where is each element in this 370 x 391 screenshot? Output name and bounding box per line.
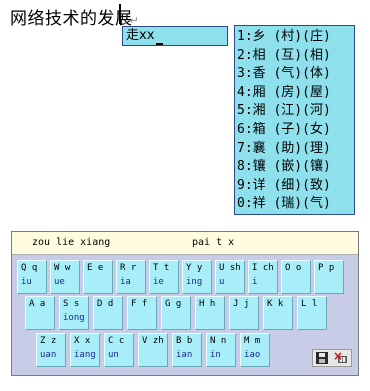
key-i[interactable]: I ch i bbox=[248, 260, 278, 294]
candidate-item[interactable]: 0:祥 (瑞)(气) bbox=[237, 195, 354, 214]
key-o[interactable]: O o bbox=[281, 260, 311, 294]
candidate-item[interactable]: 9:详 (细)(致) bbox=[237, 177, 354, 196]
candidate-list: 1:乡 (村)(庄) 2:相 (互)(相) 3:香 (气)(体) 4:厢 (房)… bbox=[234, 25, 355, 215]
candidate-item[interactable]: 3:香 (气)(体) bbox=[237, 65, 354, 84]
key-x[interactable]: X x iang bbox=[70, 333, 100, 367]
key-g[interactable]: G g bbox=[161, 296, 191, 330]
text-cursor bbox=[119, 4, 121, 24]
keyboard-hint-bar: zou lie xiang pai t x bbox=[12, 232, 358, 255]
key-n[interactable]: N n in bbox=[206, 333, 236, 367]
keyboard-tools: × bbox=[312, 349, 352, 367]
candidate-item[interactable]: 4:厢 (房)(屋) bbox=[237, 84, 354, 103]
key-t[interactable]: T t ie bbox=[149, 260, 179, 294]
candidate-item[interactable]: 2:相 (互)(相) bbox=[237, 47, 354, 66]
soft-keyboard: zou lie xiang pai t x Q q iu W w ue E e R … bbox=[11, 231, 359, 376]
key-f[interactable]: F f bbox=[127, 296, 157, 330]
candidate-item[interactable]: 5:湘 (江)(河) bbox=[237, 102, 354, 121]
key-d[interactable]: D d bbox=[93, 296, 123, 330]
composition-cursor bbox=[156, 31, 164, 45]
close-icon: × bbox=[333, 349, 344, 363]
key-b[interactable]: B b ian bbox=[172, 333, 202, 367]
key-e[interactable]: E e bbox=[83, 260, 113, 294]
composition-window: 走xx bbox=[122, 26, 228, 46]
composition-text: 走xx bbox=[126, 28, 155, 43]
candidate-item[interactable]: 7:襄 (助)(理) bbox=[237, 140, 354, 159]
candidate-item[interactable]: 1:乡 (村)(庄) bbox=[237, 28, 354, 47]
key-a[interactable]: A a bbox=[25, 296, 55, 330]
document-line: 网络技术的发展 bbox=[10, 9, 133, 29]
key-y[interactable]: Y y ing bbox=[182, 260, 212, 294]
key-q[interactable]: Q q iu bbox=[17, 260, 47, 294]
key-w[interactable]: W w ue bbox=[50, 260, 80, 294]
candidate-item[interactable]: 6:箱 (子)(女) bbox=[237, 121, 354, 140]
key-l[interactable]: L l bbox=[297, 296, 327, 330]
key-c[interactable]: C c un bbox=[104, 333, 134, 367]
save-icon[interactable] bbox=[316, 352, 328, 364]
key-h[interactable]: H h bbox=[195, 296, 225, 330]
spelling-hint: pai t x bbox=[192, 237, 235, 248]
key-m[interactable]: M m iao bbox=[240, 333, 270, 367]
key-s[interactable]: S s iong bbox=[59, 296, 89, 330]
candidate-item[interactable]: 8:镶 (嵌)(镶) bbox=[237, 158, 354, 177]
pinyin-hint: zou lie xiang bbox=[32, 237, 111, 248]
key-u[interactable]: U sh u bbox=[215, 260, 245, 294]
key-z[interactable]: Z z uan bbox=[36, 333, 66, 367]
delete-icon[interactable]: × bbox=[333, 349, 347, 364]
key-v[interactable]: V zh bbox=[138, 333, 168, 367]
key-r[interactable]: R r ia bbox=[116, 260, 146, 294]
key-k[interactable]: K k bbox=[263, 296, 293, 330]
key-j[interactable]: J j bbox=[229, 296, 259, 330]
key-p[interactable]: P p bbox=[314, 260, 344, 294]
